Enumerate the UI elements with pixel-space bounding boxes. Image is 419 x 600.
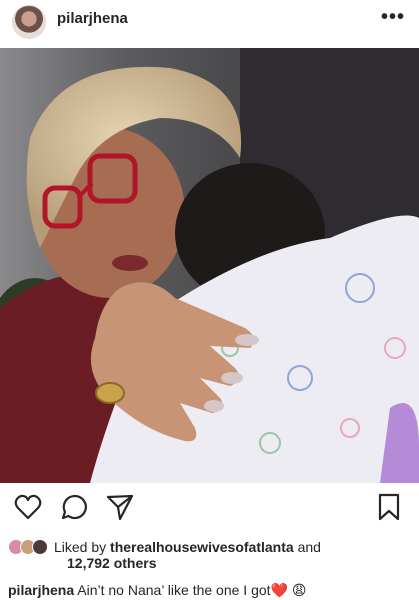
caption-username[interactable]: pilarjhena	[8, 582, 74, 598]
share-icon[interactable]	[105, 492, 135, 522]
heart-icon[interactable]	[13, 492, 43, 522]
caption: pilarjhena Ain’t no Nana’ like the one I…	[8, 582, 306, 599]
post-header: pilarjhena •••	[0, 0, 419, 44]
photo-image	[0, 48, 419, 483]
likes-conjunction: and	[297, 539, 321, 555]
likes-prefix: Liked by	[54, 539, 107, 555]
liker-avatars[interactable]	[8, 539, 48, 555]
action-bar	[0, 490, 419, 526]
comment-icon[interactable]	[60, 492, 90, 522]
bookmark-icon[interactable]	[374, 492, 404, 522]
caption-emojis: ❤️ 😩	[270, 582, 307, 598]
caption-text: Ain’t no Nana’ like the one I got	[77, 582, 271, 598]
likes-others[interactable]: 12,792 others	[67, 555, 157, 571]
avatar[interactable]	[12, 5, 46, 39]
liker-avatar	[32, 539, 48, 555]
post-photo[interactable]	[0, 48, 419, 483]
liker-account[interactable]: therealhousewivesofatlanta	[110, 539, 294, 555]
post-username[interactable]: pilarjhena	[57, 10, 128, 27]
more-options-icon[interactable]: •••	[381, 6, 405, 29]
likes-line: Liked by therealhousewivesofatlanta and	[8, 536, 321, 558]
